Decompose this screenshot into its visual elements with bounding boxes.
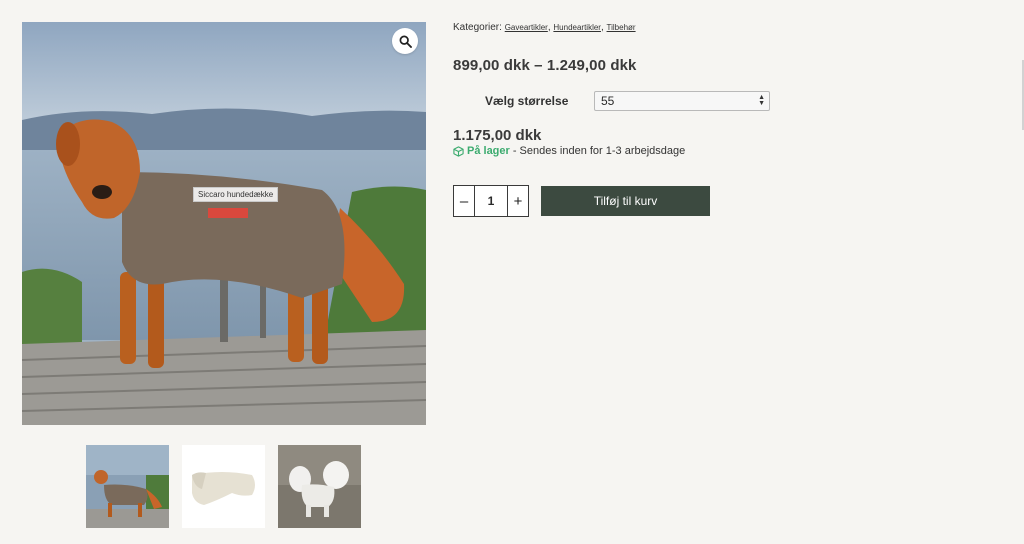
size-select[interactable]: 55 ▲ ▼ <box>594 91 770 111</box>
quantity-stepper: – 1 + <box>453 185 529 217</box>
thumbnail-white-dogs[interactable] <box>278 445 361 528</box>
dog-photo <box>22 22 426 425</box>
category-link-tilbehor[interactable]: Tilbehør <box>607 23 636 32</box>
stock-status: På lager <box>467 145 510 157</box>
image-tooltip: Siccaro hundedække <box>193 187 279 202</box>
categories-line: Kategorier: Gaveartikler, Hundeartikler,… <box>453 22 636 33</box>
quantity-plus-button[interactable]: + <box>508 186 528 216</box>
quantity-minus-button[interactable]: – <box>454 186 474 216</box>
magnifier-icon <box>399 35 412 48</box>
stock-note: - Sendes inden for 1-3 arbejdsdage <box>512 145 686 157</box>
size-label: Vælg størrelse <box>485 94 569 108</box>
box-icon <box>453 145 464 157</box>
zoom-button[interactable] <box>392 28 418 54</box>
thumbnail-strip <box>86 445 361 528</box>
quantity-input[interactable]: 1 <box>474 186 508 216</box>
add-to-cart-button[interactable]: Tilføj til kurv <box>541 186 710 216</box>
select-arrows-icon: ▲ ▼ <box>758 94 765 107</box>
thumbnail-dog-coat-lake[interactable] <box>86 445 169 528</box>
category-link-hundeartikler[interactable]: Hundeartikler <box>553 23 601 32</box>
categories-label: Kategorier: <box>453 22 502 33</box>
product-summary: Kategorier: Gaveartikler, Hundeartikler,… <box>453 22 783 217</box>
add-to-cart-row: – 1 + Tilføj til kurv <box>453 185 710 217</box>
variant-price: 1.175,00 dkk <box>453 127 542 144</box>
thumbnail-coat-product[interactable] <box>182 445 265 528</box>
category-link-gaveartikler[interactable]: Gaveartikler <box>505 23 548 32</box>
stock-availability: På lager - Sendes inden for 1-3 arbejdsd… <box>453 145 685 157</box>
main-product-image[interactable]: Siccaro hundedække <box>22 22 426 425</box>
size-variation-row: Vælg størrelse 55 ▲ ▼ <box>485 91 770 111</box>
price-range: 899,00 dkk – 1.249,00 dkk <box>453 57 637 74</box>
size-select-value: 55 <box>601 94 615 108</box>
